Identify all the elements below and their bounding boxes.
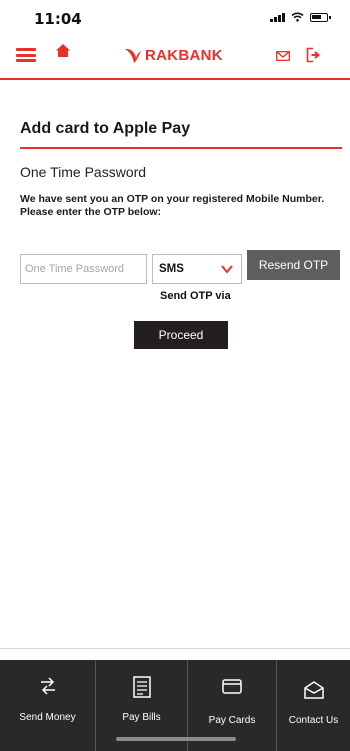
resend-otp-button[interactable]: Resend OTP: [247, 250, 340, 280]
content-divider: [0, 648, 350, 649]
nav-label: Contact Us: [288, 715, 339, 726]
logo-bird-icon: [125, 48, 141, 63]
menu-icon[interactable]: [16, 48, 36, 62]
page-title: Add card to Apple Pay: [20, 120, 191, 137]
otp-input[interactable]: [20, 254, 147, 284]
status-bar: 11:04: [0, 0, 350, 30]
nav-label: Pay Cards: [208, 715, 256, 726]
logout-icon[interactable]: [306, 47, 322, 63]
bill-icon: [132, 676, 151, 698]
nav-contact-us[interactable]: Contact Us: [277, 660, 350, 751]
nav-send-money[interactable]: Send Money: [0, 660, 96, 751]
signal-icon: [270, 12, 285, 22]
mail-icon[interactable]: [276, 51, 290, 61]
otp-message: We have sent you an OTP on your register…: [20, 193, 325, 218]
proceed-button[interactable]: Proceed: [134, 321, 228, 349]
app-header: RAKBANK: [0, 30, 350, 80]
section-title: One Time Password: [20, 164, 147, 180]
transfer-arrows-icon: [40, 677, 55, 695]
rakbank-logo: RAKBANK: [124, 46, 223, 64]
wifi-icon: [291, 12, 304, 22]
nav-label: Pay Bills: [122, 712, 161, 723]
envelope-icon: [303, 681, 324, 699]
status-icons: [270, 12, 331, 22]
home-indicator: [116, 737, 236, 741]
logo-text: RAKBANK: [145, 46, 223, 64]
otp-channel-select[interactable]: SMS: [152, 254, 242, 284]
card-icon: [222, 679, 242, 694]
nav-label: Send Money: [19, 712, 76, 723]
status-time: 11:04: [34, 10, 82, 28]
title-divider: [20, 147, 342, 149]
battery-icon: [310, 12, 331, 22]
chevron-down-icon: [221, 265, 233, 274]
otp-channel-value: SMS: [159, 263, 184, 275]
send-otp-via-label: Send OTP via: [160, 290, 231, 302]
home-icon[interactable]: [56, 44, 70, 58]
